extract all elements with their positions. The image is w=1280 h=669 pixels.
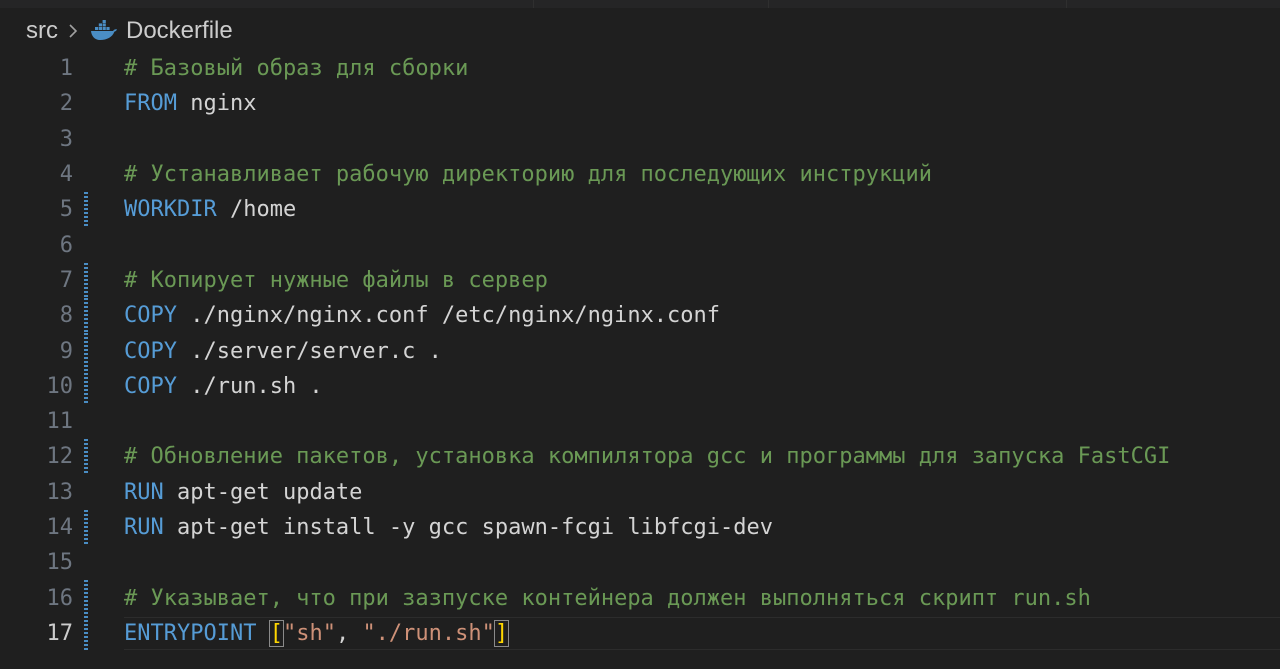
modified-line-marker[interactable] — [84, 262, 88, 299]
line-number: 4 — [59, 162, 73, 188]
code-token-comment: # Устанавливает рабочую директорию для п… — [124, 162, 932, 188]
line-number: 5 — [59, 197, 73, 223]
line-number: 14 — [46, 515, 74, 540]
code-token-comment: # Обновление пакетов, установка компилят… — [124, 444, 1171, 470]
code-line[interactable]: 11 — [0, 404, 1280, 439]
code-text[interactable]: # Устанавливает рабочую директорию для п… — [124, 162, 932, 187]
code-token-plain: apt-get install -y gcc spawn-fcgi libfcg… — [163, 515, 774, 540]
code-line[interactable]: 17 ENTRYPOINT ["sh", "./run.sh"] — [0, 615, 1280, 652]
code-text[interactable]: COPY ./nginx/nginx.conf /etc/nginx/nginx… — [124, 303, 720, 328]
code-token-comment: # Указывает, что при зазпуске контейнера… — [124, 585, 1091, 611]
code-line[interactable]: 15 — [0, 545, 1280, 580]
code-token-comment: # Копирует нужные файлы в сервер — [124, 267, 548, 293]
line-number: 3 — [59, 126, 73, 152]
code-token-keyword: RUN — [124, 515, 164, 540]
code-token-plain: ./nginx/nginx.conf /etc/nginx/nginx.conf — [176, 303, 721, 329]
line-number: 16 — [46, 585, 74, 611]
code-token-plain: nginx — [176, 91, 257, 117]
docker-whale-icon — [91, 20, 117, 40]
code-token-keyword: COPY — [124, 303, 177, 329]
code-text[interactable]: # Обновление пакетов, установка компилят… — [124, 444, 1170, 469]
code-line[interactable]: 3 — [0, 122, 1280, 157]
code-token-string: "sh" — [282, 620, 336, 646]
line-number: 1 — [59, 56, 73, 82]
tab-bar-edge — [0, 0, 1280, 8]
modified-line-marker[interactable] — [84, 439, 88, 475]
code-line[interactable]: 8 COPY ./nginx/nginx.conf /etc/nginx/ngin… — [0, 298, 1280, 334]
code-line[interactable]: 6 — [0, 227, 1280, 262]
modified-line-marker[interactable] — [84, 509, 88, 546]
code-token-keyword: WORKDIR — [124, 197, 217, 223]
code-line[interactable]: 9 COPY ./server/server.c . — [0, 333, 1280, 369]
code-text[interactable]: ENTRYPOINT ["sh", "./run.sh"] — [124, 619, 510, 647]
line-number: 7 — [59, 267, 73, 293]
tab-divider — [533, 0, 534, 8]
code-token-plain: ./server/server.c . — [176, 338, 442, 364]
modified-line-marker[interactable] — [84, 580, 88, 616]
code-line[interactable]: 1 # Базовый образ для сборки — [0, 51, 1280, 86]
code-line[interactable]: 16 # Указывает, что при зазпуске контейне… — [0, 580, 1280, 616]
breadcrumb-file[interactable]: Dockerfile — [126, 17, 233, 45]
code-token-string: "./run.sh" — [362, 620, 495, 646]
code-text[interactable]: COPY ./server/server.c . — [124, 339, 442, 364]
code-token-keyword: ENTRYPOINT — [124, 620, 257, 646]
breadcrumb: src Dockerfile — [26, 16, 233, 46]
code-token-comment: # Базовый образ для сборки — [124, 56, 469, 82]
line-number: 17 — [46, 620, 74, 646]
code-text[interactable]: RUN apt-get update — [124, 480, 362, 505]
tab-divider — [768, 0, 769, 8]
code-token-plain: apt-get update — [163, 479, 363, 505]
code-line[interactable]: 4 # Устанавливает рабочую директорию для … — [0, 157, 1280, 192]
code-line[interactable]: 13 RUN apt-get update — [0, 475, 1280, 510]
code-token-plain: /home — [216, 197, 297, 223]
code-text[interactable]: WORKDIR /home — [124, 197, 296, 222]
code-line[interactable]: 5 WORKDIR /home — [0, 192, 1280, 228]
line-number: 8 — [59, 303, 73, 329]
modified-line-marker[interactable] — [84, 298, 88, 334]
code-text[interactable]: # Указывает, что при зазпуске контейнера… — [124, 586, 1091, 611]
code-line[interactable]: 10 COPY ./run.sh . — [0, 368, 1280, 404]
code-text[interactable]: FROM nginx — [124, 91, 256, 116]
code-text[interactable]: # Базовый образ для сборки — [124, 56, 468, 81]
line-number: 11 — [46, 409, 74, 435]
code-token-keyword: RUN — [124, 479, 164, 505]
code-line[interactable]: 12 # Обновление пакетов, установка компил… — [0, 439, 1280, 475]
line-number: 6 — [59, 232, 73, 258]
code-token-keyword: FROM — [124, 91, 177, 117]
line-number: 13 — [46, 479, 74, 505]
modified-line-marker[interactable] — [84, 192, 88, 228]
code-lines[interactable]: 1 # Базовый образ для сборки 2 FROM nginx 3 4… — [0, 51, 1280, 652]
tab-divider — [1066, 0, 1067, 8]
line-number: 2 — [59, 91, 73, 117]
code-token-keyword: COPY — [124, 338, 177, 364]
code-token-plain: ./run.sh . — [176, 373, 323, 399]
code-token-plain: , — [335, 620, 363, 646]
code-token-keyword: COPY — [124, 373, 177, 399]
code-editor[interactable]: src Dockerfile 1 # Базовый образ для сбор… — [0, 0, 1280, 669]
chevron-right-icon — [69, 24, 78, 38]
code-text[interactable]: # Копирует нужные файлы в сервер — [124, 268, 548, 293]
line-number: 12 — [46, 444, 74, 470]
modified-line-marker[interactable] — [84, 333, 88, 369]
line-number: 10 — [46, 373, 74, 399]
code-text[interactable]: COPY ./run.sh . — [124, 374, 323, 399]
code-token-bracket: [ — [268, 619, 284, 647]
breadcrumb-folder[interactable]: src — [26, 17, 58, 45]
modified-line-marker[interactable] — [84, 368, 88, 404]
code-line[interactable]: 14 RUN apt-get install -y gcc spawn-fcgi … — [0, 509, 1280, 546]
line-number: 9 — [59, 338, 73, 364]
code-token-bracket: ] — [493, 619, 510, 647]
code-text[interactable]: RUN apt-get install -y gcc spawn-fcgi li… — [124, 515, 773, 540]
modified-line-marker[interactable] — [84, 615, 88, 652]
code-line[interactable]: 7 # Копирует нужные файлы в сервер — [0, 262, 1280, 299]
line-number: 15 — [46, 550, 74, 576]
code-line[interactable]: 2 FROM nginx — [0, 86, 1280, 121]
